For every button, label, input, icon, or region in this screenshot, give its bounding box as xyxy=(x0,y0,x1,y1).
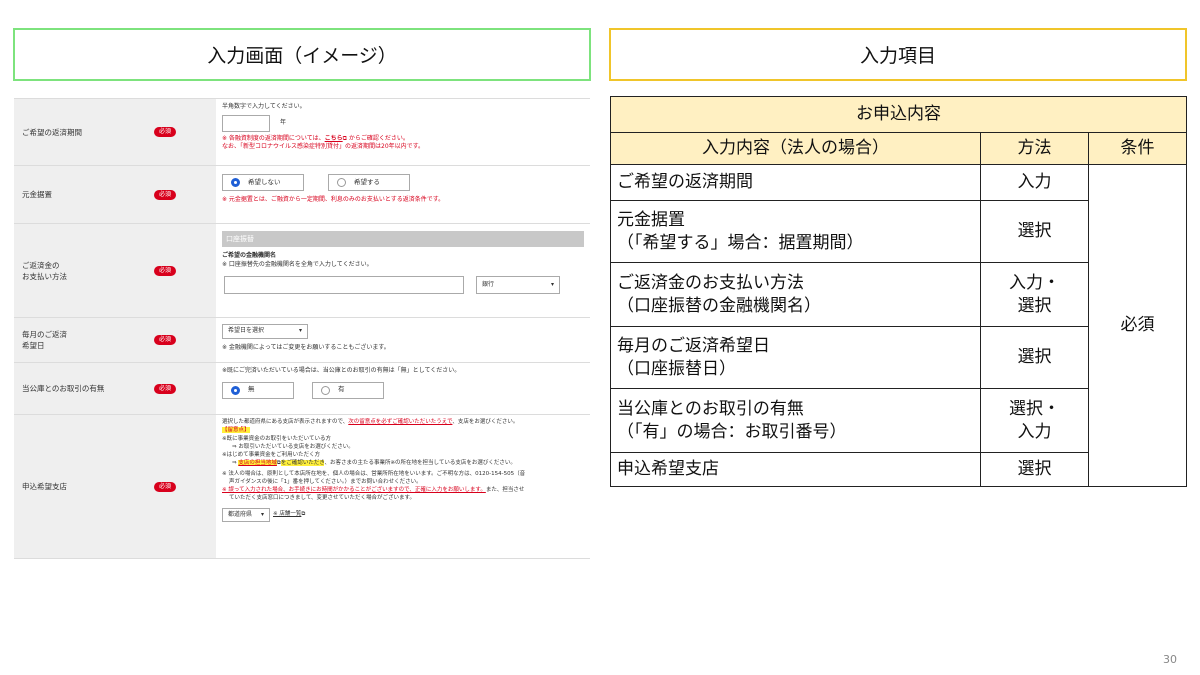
chevron-down-icon: ▾ xyxy=(260,511,264,518)
form-content-cell: 半角数字で入力してください。 年 ※ 各融資制度の返済期間については、こちら⧉ … xyxy=(216,99,590,165)
transactions-note: ※既にご完済いただいている場合は、当公庫とのお取引の有無は「無」としてください。 xyxy=(222,367,461,374)
chevron-down-icon: ▾ xyxy=(550,281,554,289)
store-list-link[interactable]: ※ 店舗一覧 xyxy=(273,510,301,518)
deferral-yes-radio[interactable]: 希望する xyxy=(328,174,410,191)
required-badge: 必須 xyxy=(153,127,176,137)
form-label-cell: 当公庫とのお取引の有無 必須 xyxy=(14,363,182,414)
required-badge: 必須 xyxy=(153,265,176,276)
required-badge: 必須 xyxy=(153,383,176,394)
form-row-principal-deferral: 元金据置 必須 希望しない 希望する ※ 元金据置とは、ご融資から一定期間、利息… xyxy=(14,166,590,224)
form-label-cell: ご希望の返済期間 必須 xyxy=(14,99,182,165)
years-unit: 年 xyxy=(280,118,287,126)
payment-day-label-line2: 希望日 xyxy=(22,341,45,350)
form-label-cell: ご返済金の お支払い方法 必須 xyxy=(14,224,182,317)
table-cell-item: ご返済金のお支払い方法 （口座振替の金融機関名） xyxy=(610,262,981,327)
payment-day-note: ※ 金融機関によってはご変更をお願いすることもございます。 xyxy=(222,344,390,351)
form-row-repayment-period: ご希望の返済期間 必須 半角数字で入力してください。 年 ※ 各融資制度の返済期… xyxy=(14,99,590,166)
radio-empty-icon xyxy=(321,385,330,395)
required-badge: 必須 xyxy=(153,481,176,492)
covid-period-note: なお、「新型コロナウイルス感染症特別貸付」の返済期間は20年以内です。 xyxy=(222,143,425,151)
bank-name-title: ご希望の金融機関名 xyxy=(222,252,277,259)
branch-line-7: ※ 法人の場合は、原則として本店所在地を、個人の場合は、営業所所在地をいいます。… xyxy=(222,470,526,477)
form-content-cell: 希望日を選択 ▾ ※ 金融機関によってはご変更をお願いすることもございます。 xyxy=(216,318,590,362)
form-row-payment-method: ご返済金の お支払い方法 必須 口座振替 ご希望の金融機関名 ※ 口座振替先の金融… xyxy=(14,224,590,318)
table-cell-condition: 必須 xyxy=(1088,164,1187,487)
input-items-table: お申込内容 入力内容（法人の場合） 方法 条件 ご希望の返済期間 入力 必須 元… xyxy=(610,96,1187,487)
form-label-cell: 申込希望支店 必須 xyxy=(14,415,182,558)
table-cell-item: ご希望の返済期間 xyxy=(610,164,981,201)
column-header-condition: 条件 xyxy=(1088,132,1187,165)
chevron-down-icon: ▾ xyxy=(298,327,302,335)
branch-area-link[interactable]: 支店の担当地域 xyxy=(238,460,277,467)
table-cell-method: 選択 xyxy=(980,452,1089,487)
transactions-no-radio[interactable]: 無 xyxy=(222,381,294,399)
branch-label: 申込希望支店 xyxy=(22,482,67,491)
period-link[interactable]: こちら xyxy=(325,135,343,142)
input-items-header: 入力項目 xyxy=(609,28,1187,81)
form-row-branch: 申込希望支店 必須 選択した都道府県にある支店が表示されますので、次の留意点を必… xyxy=(14,415,590,559)
existing-transactions-label: 当公庫とのお取引の有無 xyxy=(22,384,105,393)
form-content-cell: 選択した都道府県にある支店が表示されますので、次の留意点を必ずご確認いただいたう… xyxy=(216,415,590,558)
bank-name-note: ※ 口座振替先の金融機関名を全角で入力してください。 xyxy=(222,260,373,268)
bank-type-select[interactable]: 銀行 ▾ xyxy=(476,276,560,295)
table-cell-item: 当公庫とのお取引の有無 （「有」の場合：お取引番号） xyxy=(610,388,981,453)
branch-line-3: ※既に事業資金のお取引をいただいている方 xyxy=(222,435,331,442)
notes-link[interactable]: 次の留意点を必ずご確認いただいたうえで xyxy=(348,419,452,425)
form-content-cell: 希望しない 希望する ※ 元金据置とは、ご融資から一定期間、利息のみのお支払いと… xyxy=(216,166,590,223)
input-screen-header: 入力画面（イメージ） xyxy=(13,28,591,81)
column-header-item: 入力内容（法人の場合） xyxy=(610,132,981,165)
deferral-note: ※ 元金据置とは、ご融資から一定期間、利息のみのお支払いとする返済条件です。 xyxy=(222,196,445,203)
form-row-existing-transactions: 当公庫とのお取引の有無 必須 ※既にご完済いただいている場合は、当公庫とのお取引… xyxy=(14,363,590,415)
account-transfer-bar: 口座振替 xyxy=(222,231,584,247)
transactions-yes-radio[interactable]: 有 xyxy=(312,381,384,399)
payment-method-label-line2: お支払い方法 xyxy=(22,271,67,281)
table-cell-item: 申込希望支店 xyxy=(610,452,981,487)
principal-deferral-label: 元金据置 xyxy=(22,190,52,199)
input-screen-title: 入力画面（イメージ） xyxy=(207,45,397,67)
table-cell-method: 入力 xyxy=(980,164,1089,201)
notes-heading: 【留意点】 xyxy=(222,427,250,434)
input-items-title: 入力項目 xyxy=(859,45,936,67)
table-cell-item: 元金据置 （「希望する」場合：据置期間） xyxy=(610,200,981,263)
column-header-method: 方法 xyxy=(980,132,1089,165)
table-row: ご希望の返済期間 入力 必須 xyxy=(610,164,1187,487)
required-badge: 必須 xyxy=(153,189,176,200)
branch-line-6: ⇒ 支店の担当地域⧉をご確認いただき、お客さまの主たる事業所※の所在地を担当して… xyxy=(232,460,516,467)
form-content-cell: 口座振替 ご希望の金融機関名 ※ 口座振替先の金融機関名を全角で入力してください… xyxy=(216,224,590,317)
form-label-cell: 毎月のご返済 希望日 必須 xyxy=(14,318,182,362)
external-link-icon: ⧉ xyxy=(301,511,306,518)
repayment-years-input[interactable] xyxy=(222,114,270,132)
branch-line-9: ※ 誤って入力された場合、お手続きにお時間がかかることがございますので、正確に入… xyxy=(222,487,525,493)
payment-method-label-line1: ご返済金の xyxy=(22,260,60,270)
table-header-row: 入力内容（法人の場合） 方法 条件 xyxy=(610,132,1187,165)
radio-selected-icon xyxy=(231,178,240,187)
radio-empty-icon xyxy=(337,178,346,187)
branch-line-8: 声ガイダンスの後に「1」番を押してください。）までお問い合わせください。 xyxy=(229,478,422,485)
prefecture-select[interactable]: 都道府県 ▾ xyxy=(222,507,270,522)
branch-line-4: ⇒ お取引いただいている支店をお選びください。 xyxy=(232,443,354,450)
radio-selected-icon xyxy=(231,385,240,395)
table-title: お申込内容 xyxy=(610,96,1187,133)
table-cell-method: 選択 xyxy=(980,326,1089,389)
page-number: 30 xyxy=(1163,653,1177,666)
table-cell-item: 毎月のご返済希望日 （口座振替日） xyxy=(610,326,981,389)
branch-line-5: ※はじめて事業資金をご利用いただく方 xyxy=(222,452,321,458)
table-cell-method: 選択 xyxy=(980,200,1089,263)
deferral-no-radio[interactable]: 希望しない xyxy=(222,174,304,191)
table-cell-method: 選択・ 入力 xyxy=(980,388,1089,453)
table-cell-method: 入力・ 選択 xyxy=(980,262,1089,327)
payment-day-select[interactable]: 希望日を選択 ▾ xyxy=(222,324,308,339)
form-label-cell: 元金据置 必須 xyxy=(14,166,182,223)
bank-name-input[interactable] xyxy=(224,276,464,295)
form-row-payment-day: 毎月のご返済 希望日 必須 希望日を選択 ▾ ※ 金融機関によってはご変更をお願いす… xyxy=(14,318,590,363)
branch-line-1: 選択した都道府県にある支店が表示されますので、次の留意点を必ずご確認いただいたう… xyxy=(222,419,519,425)
application-form: ご希望の返済期間 必須 半角数字で入力してください。 年 ※ 各融資制度の返済期… xyxy=(14,98,590,559)
payment-day-label-line1: 毎月のご返済 xyxy=(22,330,67,339)
required-badge: 必須 xyxy=(153,335,176,345)
form-content-cell: ※既にご完済いただいている場合は、当公庫とのお取引の有無は「無」としてください。… xyxy=(216,363,590,414)
hint-text: 半角数字で入力してください。 xyxy=(222,103,306,110)
repayment-period-label: ご希望の返済期間 xyxy=(22,127,82,137)
branch-line-10: ていただく支店窓口につきまして、変更させていただく場合がございます。 xyxy=(229,495,416,502)
